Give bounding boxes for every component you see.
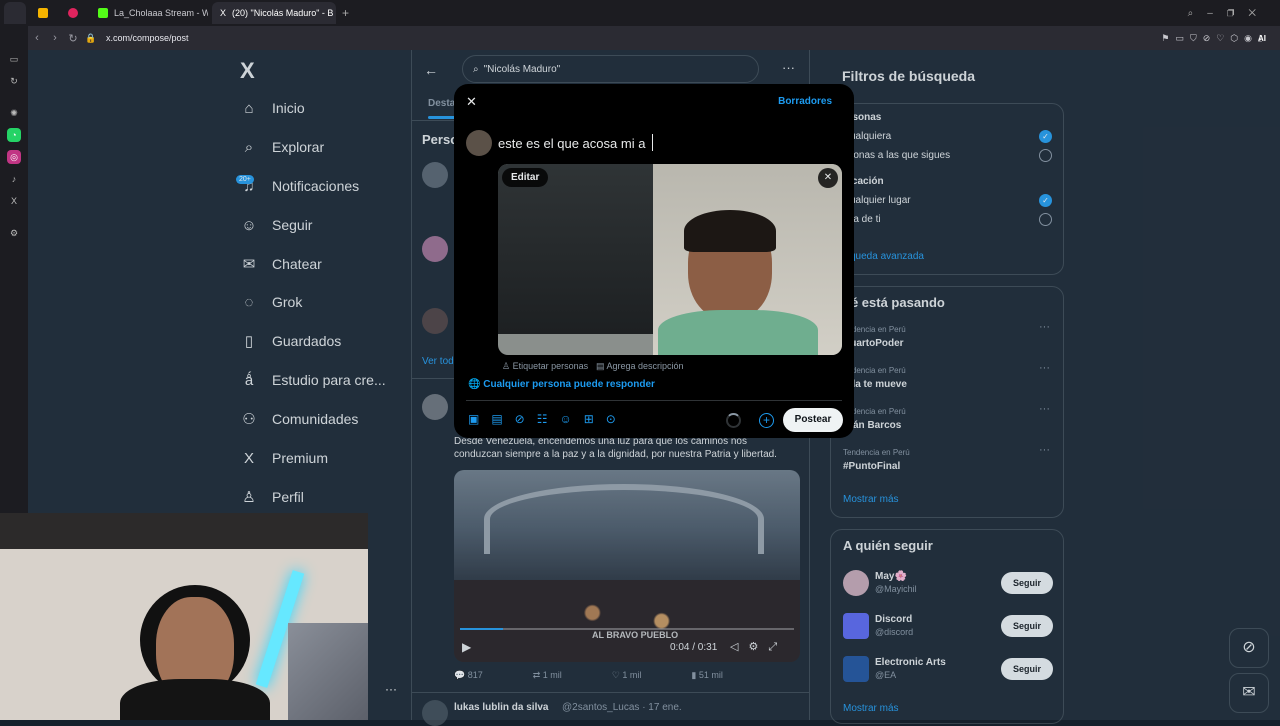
address-bar: ‹ › ↻ 🔒 x.com/compose/post ⚑▭⛉⊘♡⬡◉⤓ AI (28, 26, 1280, 50)
webcam-overlay (0, 513, 368, 720)
reload-icon[interactable]: ↻ (64, 32, 82, 45)
kick-icon (98, 8, 108, 18)
lock-icon: 🔒 (85, 32, 97, 43)
sidebar-panel-icon[interactable]: ▭ (7, 52, 21, 66)
add-post-icon[interactable]: + (759, 413, 774, 428)
compose-textarea[interactable]: este es el que acosa mi a (498, 136, 645, 151)
whatsapp-icon[interactable]: ◔ (7, 128, 21, 142)
instagram-icon[interactable]: ◎ (7, 150, 21, 164)
text-cursor (652, 134, 653, 151)
char-count-circle (726, 413, 741, 428)
sidebar-history-icon[interactable]: ↻ (7, 74, 21, 88)
compose-toolbar[interactable]: ▣▤⊘☷☺⊞⊙ (468, 412, 628, 426)
webcam-shelf (0, 513, 368, 549)
window-controls[interactable]: ⌕–❐✕ (1188, 8, 1270, 19)
attached-image[interactable]: Editar ✕ (498, 164, 842, 355)
extension-icons[interactable]: ⚑▭⛉⊘♡⬡◉⤓ (1161, 33, 1268, 44)
settings-icon[interactable]: ⚙ (7, 226, 21, 240)
url-field[interactable]: x.com/compose/post (106, 33, 189, 43)
x-sidebar-icon[interactable]: X (7, 194, 21, 208)
divider (466, 400, 842, 401)
new-tab-button[interactable]: + (342, 6, 349, 20)
edit-image-button[interactable]: Editar (502, 168, 549, 187)
tab-favorite-2[interactable] (60, 2, 86, 24)
post-button[interactable]: Postear (783, 408, 843, 432)
image-window (498, 164, 654, 334)
x-icon: X (220, 8, 227, 18)
reply-setting[interactable]: 🌐 Cualquier persona puede responder (468, 379, 655, 390)
tab-strip-icon[interactable] (4, 2, 26, 24)
remove-image-icon[interactable]: ✕ (818, 168, 838, 188)
webcam-chair (288, 623, 368, 720)
tab-favorite-1[interactable] (30, 2, 56, 24)
back-icon[interactable]: ‹ (28, 32, 46, 44)
webcam-shirt (120, 679, 270, 720)
ai-button[interactable]: AI (1258, 34, 1266, 43)
avatar (466, 130, 492, 156)
add-description-link[interactable]: ▤ Agrega descripción (596, 361, 684, 372)
tab-x-search[interactable]: X (20) "Nicolás Maduro" - B (212, 2, 336, 24)
close-icon[interactable]: ✕ (466, 94, 477, 110)
image-person-shirt (658, 310, 818, 355)
image-person-hair (684, 210, 776, 252)
tag-people-link[interactable]: ♙ Etiquetar personas (502, 361, 588, 372)
tiktok-icon[interactable]: ♪ (7, 172, 21, 186)
compose-modal: ✕ Borradores este es el que acosa mi a E… (454, 84, 854, 438)
drafts-button[interactable]: Borradores (778, 96, 832, 107)
chatgpt-icon[interactable]: ✺ (7, 106, 21, 120)
forward-icon[interactable]: › (46, 32, 64, 44)
more-icon[interactable]: ··· (385, 682, 397, 696)
tab-stream[interactable]: La_Cholaaa Stream - Wat (90, 2, 208, 24)
browser-tab-bar: La_Cholaaa Stream - Wat X (20) "Nicolás M… (0, 0, 1280, 26)
